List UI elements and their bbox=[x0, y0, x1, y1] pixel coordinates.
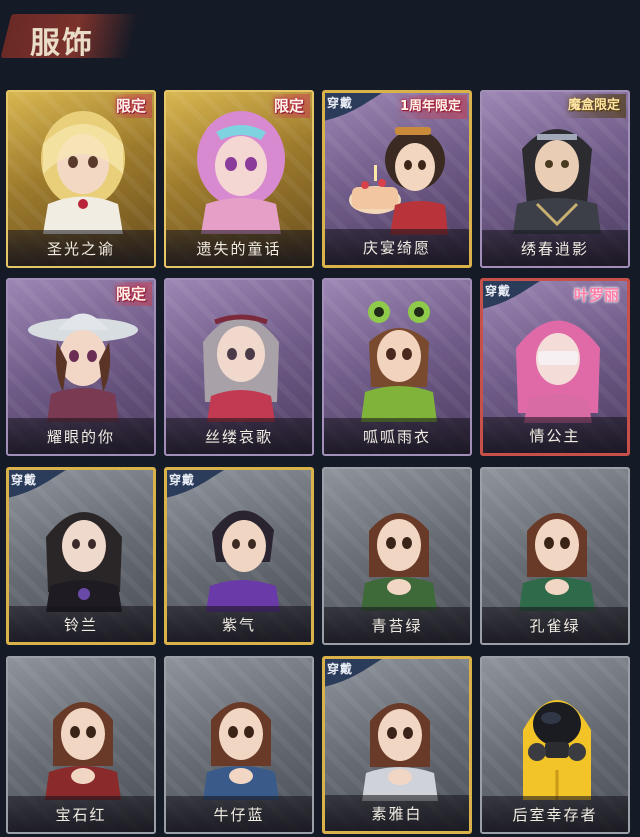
girl-red-cloak-portrait bbox=[45, 702, 121, 800]
costume-card[interactable]: 情公主 穿戴 叶罗丽 bbox=[480, 278, 630, 456]
blonde-veiled-lady-portrait bbox=[41, 111, 125, 234]
costume-card[interactable]: 庆宴绮愿 穿戴 1周年限定 bbox=[322, 90, 472, 268]
costume-card[interactable]: 遗失的童话 限定 bbox=[164, 90, 314, 268]
pink-haired-girl-portrait bbox=[197, 111, 285, 234]
costume-name: 牛仔蓝 bbox=[213, 805, 265, 824]
frog-raincoat-girl-portrait bbox=[361, 301, 437, 422]
costume-name: 绣春逍影 bbox=[520, 239, 589, 258]
costume-name: 耀眼的你 bbox=[46, 427, 115, 446]
costume-name: 孔雀绿 bbox=[529, 616, 581, 635]
costume-name: 庆宴绮愿 bbox=[362, 238, 431, 257]
costume-name: 后室幸存者 bbox=[512, 805, 598, 824]
boy-with-cake-portrait bbox=[349, 127, 448, 235]
costume-card[interactable]: 素雅白 穿戴 bbox=[322, 656, 472, 834]
costume-name: 铃兰 bbox=[63, 615, 98, 634]
dark-haired-lady-portrait bbox=[46, 512, 122, 612]
gray-haired-girl-portrait bbox=[203, 314, 279, 422]
costume-name: 青苔绿 bbox=[371, 616, 423, 635]
limited-badge: 限定 bbox=[109, 94, 152, 118]
dark-haired-boy-portrait bbox=[206, 510, 280, 612]
costume-card[interactable]: 绣春逍影 魔盒限定 bbox=[480, 90, 630, 268]
costume-card[interactable]: 青苔绿 bbox=[322, 467, 472, 645]
equipped-badge: 穿戴 bbox=[9, 470, 69, 498]
equipped-badge: 穿戴 bbox=[325, 93, 385, 121]
costume-name: 遗失的童话 bbox=[196, 239, 282, 258]
costume-card[interactable]: 丝缕哀歌 bbox=[164, 278, 314, 456]
equipped-badge: 穿戴 bbox=[483, 281, 543, 309]
collab-badge: 叶罗丽 bbox=[573, 286, 619, 304]
costume-grid: 圣光之谕 限定 遗失的童话 限定 庆宴绮愿 穿戴 1周年限定 绣春逍影 魔盒限定… bbox=[0, 0, 640, 837]
costume-name: 宝石红 bbox=[55, 805, 107, 824]
costume-card[interactable]: 宝石红 bbox=[6, 656, 156, 834]
limited-badge: 魔盒限定 bbox=[561, 94, 626, 118]
costume-name: 情公主 bbox=[529, 426, 581, 445]
girl-blue-cloak-portrait bbox=[203, 702, 279, 800]
girl-teal-cloak-portrait bbox=[519, 513, 595, 611]
costume-card[interactable]: 呱呱雨衣 bbox=[322, 278, 472, 456]
costume-name: 紫气 bbox=[221, 615, 256, 634]
girl-green-cloak-portrait bbox=[361, 513, 437, 611]
hazmat-suit-portrait bbox=[523, 700, 591, 800]
pink-princess-portrait bbox=[516, 320, 600, 423]
costume-card[interactable]: 耀眼的你 限定 bbox=[6, 278, 156, 456]
limited-badge: 1周年限定 bbox=[393, 95, 467, 119]
costume-card[interactable]: 后室幸存者 bbox=[480, 656, 630, 834]
costume-card[interactable]: 孔雀绿 bbox=[480, 467, 630, 645]
costume-card[interactable]: 牛仔蓝 bbox=[164, 656, 314, 834]
cowboy-hat-girl-portrait bbox=[28, 313, 138, 422]
equipped-badge: 穿戴 bbox=[325, 659, 385, 687]
equipped-badge: 穿戴 bbox=[167, 470, 227, 498]
costume-card[interactable]: 铃兰 穿戴 bbox=[6, 467, 156, 645]
swordsman-portrait bbox=[513, 129, 601, 234]
costume-name: 丝缕哀歌 bbox=[204, 427, 273, 446]
costume-name: 呱呱雨衣 bbox=[362, 427, 431, 446]
costume-name: 素雅白 bbox=[371, 804, 423, 823]
costume-card[interactable]: 紫气 穿戴 bbox=[164, 467, 314, 645]
limited-badge: 限定 bbox=[109, 282, 152, 306]
costume-card[interactable]: 圣光之谕 限定 bbox=[6, 90, 156, 268]
girl-white-cloak-portrait bbox=[362, 703, 438, 801]
costume-name: 圣光之谕 bbox=[46, 239, 115, 258]
limited-badge: 限定 bbox=[267, 94, 310, 118]
